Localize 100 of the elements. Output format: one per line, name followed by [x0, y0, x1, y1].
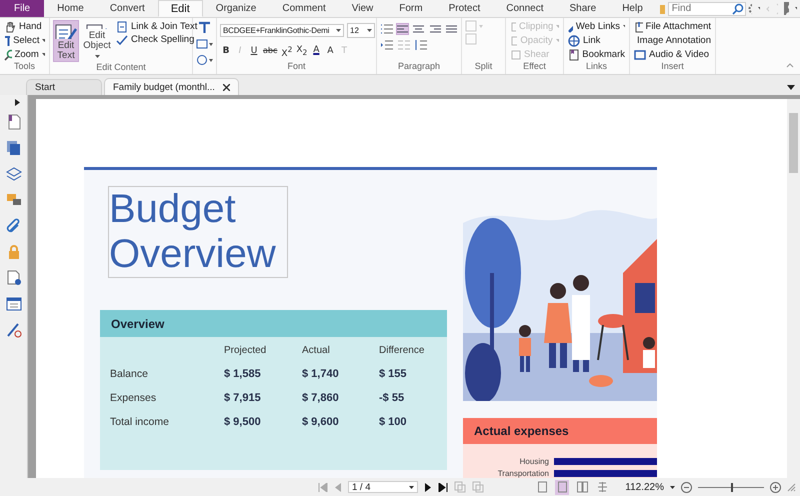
panel-heading: Overview	[100, 310, 447, 337]
document-tab[interactable]: Family budget (monthl...	[104, 78, 239, 95]
tool-button[interactable]: Bookmark	[567, 48, 626, 61]
close-icon[interactable]	[222, 84, 230, 90]
zoom-level[interactable]: 112.22%	[625, 482, 664, 492]
row-label: Balance	[110, 368, 149, 380]
tool-button[interactable]: File Attachment	[633, 20, 712, 33]
last-page-icon[interactable]	[438, 482, 448, 492]
vertical-scrollbar[interactable]	[787, 99, 800, 478]
menu-tab[interactable]: Home	[44, 0, 97, 17]
view-mode-button[interactable]	[575, 480, 590, 494]
panel-heading: Actual expenses	[463, 418, 657, 444]
format-button[interactable]: U	[248, 44, 260, 57]
tool-button[interactable]: Audio & Video	[633, 48, 712, 61]
group-label: Links	[584, 61, 608, 73]
format-button[interactable]: X$_{2}$	[295, 44, 308, 57]
format-button[interactable]: A	[324, 44, 336, 57]
caret-icon	[94, 55, 100, 58]
caret-icon	[623, 25, 625, 28]
group-label: Paragraph	[396, 61, 442, 73]
document-settings-icon[interactable]	[6, 270, 22, 286]
font-size-dropdown[interactable]: 12	[347, 23, 375, 38]
resize-grip-icon[interactable]	[787, 482, 796, 492]
video-icon	[634, 48, 646, 60]
group-label: Edit Content	[95, 62, 147, 74]
document-title[interactable]: Budget Overview	[108, 186, 288, 278]
menu-tab[interactable]: Help	[609, 0, 656, 17]
line-spacing-icon[interactable]	[414, 39, 428, 51]
zoom-icon	[4, 48, 12, 60]
menu-tab[interactable]: Comment	[269, 0, 339, 17]
align-button[interactable]	[396, 23, 410, 35]
tool-button[interactable]: Link	[567, 34, 626, 47]
menu-tab[interactable]: Edit	[158, 0, 203, 17]
signature-icon[interactable]	[6, 322, 22, 338]
form-list-icon[interactable]	[6, 296, 22, 312]
paperclip-icon[interactable]	[6, 218, 22, 234]
menu-tab[interactable]: Organize	[202, 0, 270, 17]
document-tab[interactable]: Start	[26, 79, 102, 95]
settings-icon[interactable]	[746, 2, 752, 16]
tool-button[interactable]: Image Annotation	[633, 34, 712, 47]
caret-icon	[336, 29, 341, 32]
tool-button[interactable]: Web Links	[567, 20, 626, 33]
align-button[interactable]	[444, 23, 458, 35]
table-cell-text: $ 9,500	[224, 416, 262, 428]
comments-icon[interactable]	[6, 192, 22, 208]
expand-panel-icon[interactable]	[15, 99, 20, 106]
large-tool-button[interactable]: Edit Text	[53, 20, 79, 62]
column-header: Actual	[302, 345, 331, 356]
caret-icon[interactable]	[794, 6, 797, 10]
tool-button[interactable]: Check Spelling	[115, 33, 198, 46]
zoom-in-icon[interactable]	[770, 482, 781, 492]
next-page-icon[interactable]	[424, 482, 432, 492]
view-mode-button[interactable]	[595, 480, 610, 494]
pages-icon[interactable]	[6, 140, 22, 156]
zoom-out-icon[interactable]	[681, 482, 692, 492]
tool-button[interactable]: Zoom	[3, 48, 46, 61]
tool-button[interactable]: Select	[3, 34, 46, 47]
page-number-field[interactable]: 1 / 4	[348, 481, 418, 493]
align-icon	[446, 24, 457, 34]
align-button[interactable]	[412, 23, 426, 35]
tool-button[interactable]: Hand	[3, 20, 46, 33]
shape-icon[interactable]	[196, 38, 214, 50]
view-mode-button[interactable]	[555, 480, 570, 494]
page-icon[interactable]	[6, 114, 22, 130]
row-label: Expenses	[110, 392, 158, 404]
table-cell-text: $ 1,585	[224, 368, 262, 380]
caret-icon[interactable]	[758, 6, 760, 10]
group-label: Font	[286, 61, 306, 73]
caret-icon[interactable]	[670, 486, 675, 488]
bullet-list-icon[interactable]	[380, 23, 394, 35]
menu-tab[interactable]: Form	[386, 0, 436, 17]
split-view-icon	[596, 481, 608, 493]
format-button[interactable]: A	[310, 44, 322, 57]
view-mode-button[interactable]	[535, 480, 550, 494]
layers-icon[interactable]	[6, 166, 22, 182]
globe-link-icon	[568, 34, 580, 46]
font-name-dropdown[interactable]: BCDGEE+FranklinGothic-Demi	[220, 24, 344, 37]
format-button[interactable]: X$^{2}$	[280, 44, 294, 57]
text-cursor-icon	[4, 34, 10, 46]
single-page-icon	[536, 481, 548, 493]
format-button[interactable]: B	[220, 44, 232, 57]
shapes-icon[interactable]	[196, 54, 214, 66]
text-tool-icon[interactable]	[198, 21, 211, 34]
menu-tab[interactable]: Convert	[96, 0, 158, 17]
menu-tab[interactable]: View	[338, 0, 386, 17]
menu-tab[interactable]: Protect	[436, 0, 494, 17]
spell-check-icon	[116, 34, 128, 46]
caret-icon[interactable]	[787, 85, 795, 90]
align-button[interactable]	[428, 23, 442, 35]
indent-icon[interactable]	[380, 39, 394, 51]
file-menu-tab[interactable]: File	[0, 0, 44, 17]
table-cell-text: $ 9,600	[302, 416, 340, 428]
large-tool-button[interactable]: Edit Object	[83, 20, 111, 62]
menu-tab[interactable]: Share	[556, 0, 610, 17]
tool-button[interactable]: Link & Join Text	[115, 20, 198, 33]
search-field[interactable]: Find	[668, 2, 746, 16]
collapse-ribbon-icon[interactable]	[786, 63, 794, 68]
group-label: Insert	[660, 61, 685, 73]
format-button[interactable]: abc	[262, 44, 278, 57]
menu-tab[interactable]: Connect	[493, 0, 557, 17]
